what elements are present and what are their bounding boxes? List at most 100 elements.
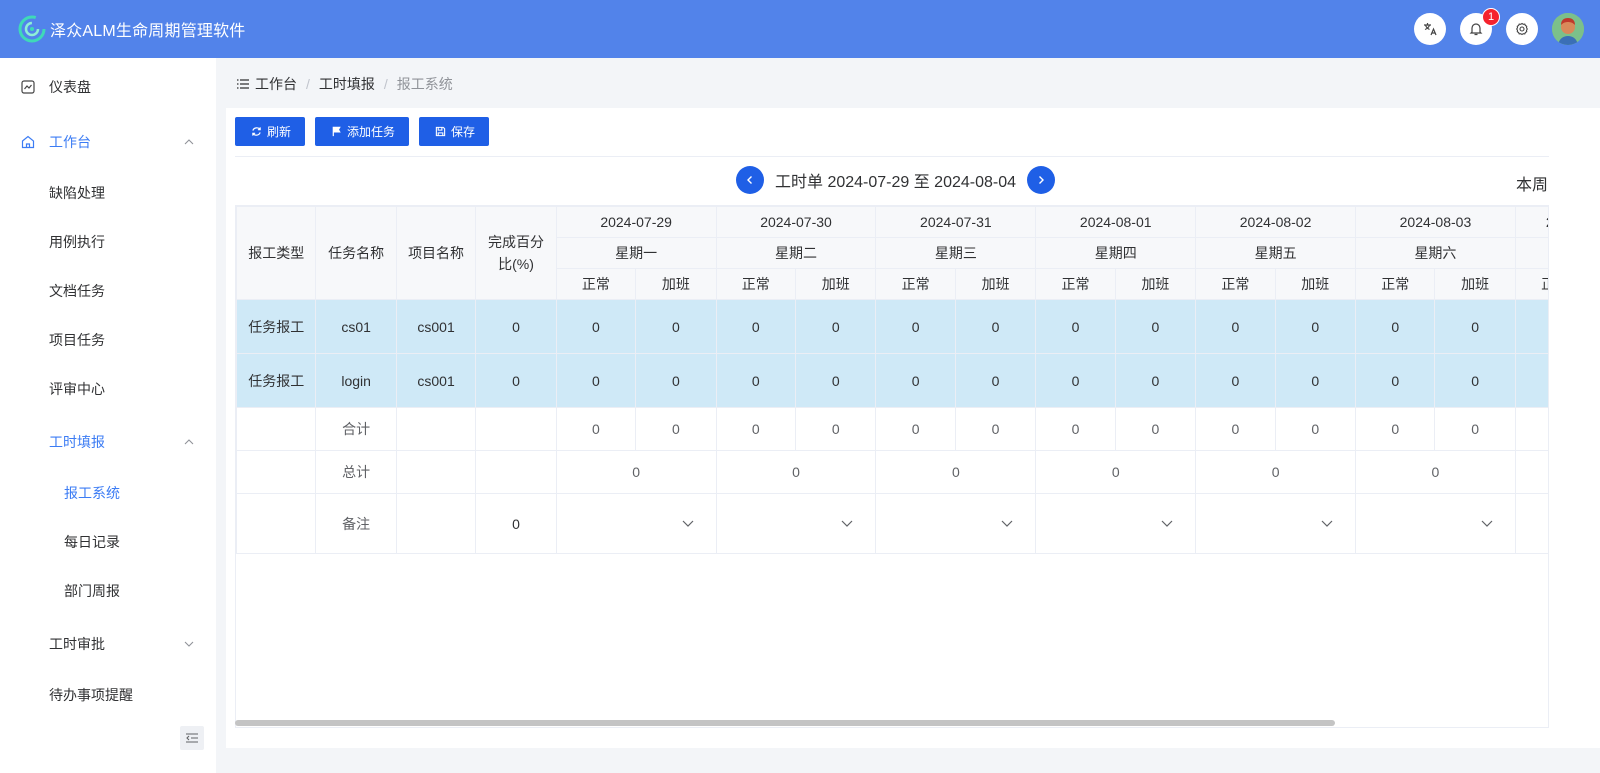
cell-project-name: cs001 (395, 353, 477, 408)
cell-hours-input[interactable]: 0 (715, 353, 797, 408)
refresh-button[interactable]: 刷新 (235, 117, 306, 146)
cell-hours-input[interactable]: 0 (1434, 353, 1516, 408)
subtotal-value: 0 (555, 407, 637, 451)
header-overtime: 加班 (1114, 268, 1197, 300)
header-date: 2024-07-31 (875, 206, 1037, 238)
subtotal-value: 0 (1514, 407, 1548, 451)
app-title: 泽众ALM生命周期管理软件 (50, 23, 246, 40)
sidebar-item-timesheet-approval[interactable]: 工时审批 (0, 621, 216, 667)
sidebar-item-label: 报工系统 (64, 485, 120, 501)
cell-hours-input[interactable]: 0 (555, 299, 637, 354)
cell-hours-input[interactable]: 0 (1355, 299, 1436, 354)
next-week-button[interactable] (1027, 166, 1056, 194)
total-value: 0 (1035, 450, 1197, 494)
cell-task-name: login (315, 353, 397, 408)
cell-hours-input[interactable]: 0 (1274, 299, 1357, 354)
header-date: 20 (1514, 206, 1548, 238)
sidebar-item-project-tasks[interactable]: 项目任务 (0, 317, 216, 363)
cell-hours-input[interactable]: 0 (635, 353, 717, 408)
total-label: 总计 (315, 450, 397, 494)
cell-hours-input[interactable]: 0 (954, 353, 1037, 408)
cell-hours-input[interactable]: 0 (1035, 299, 1116, 354)
sidebar-item-label: 部门周报 (64, 583, 120, 599)
cell-hours-input[interactable]: 0 (1514, 353, 1548, 408)
sidebar-item-daily-records[interactable]: 每日记录 (0, 519, 216, 565)
sidebar-item-case-execution[interactable]: 用例执行 (0, 219, 216, 265)
sidebar-item-timesheet[interactable]: 工时填报 (0, 419, 216, 465)
header-weekday: 星期五 (1195, 237, 1357, 269)
header-overtime: 加班 (954, 268, 1037, 300)
cell-hours-input[interactable]: 0 (1514, 299, 1548, 354)
sidebar-item-report-system[interactable]: 报工系统 (0, 470, 216, 516)
cell-hours-input[interactable]: 0 (1114, 353, 1197, 408)
week-navigator: 工时单 2024-07-29 至 2024-08-04 (736, 166, 1056, 194)
gear-icon (1516, 22, 1528, 36)
remark-label: 备注 (315, 493, 397, 554)
collapse-sidebar-button[interactable] (180, 726, 204, 750)
chevron-down-icon (184, 641, 194, 647)
subtotal-value: 0 (1434, 407, 1516, 451)
add-task-button[interactable]: 添加任务 (315, 117, 410, 146)
notification-button[interactable]: 1 (1460, 8, 1500, 45)
sidebar-item-workbench[interactable]: 工作台 (0, 119, 216, 165)
cell-hours-input[interactable]: 0 (1355, 353, 1436, 408)
cell-hours-input[interactable]: 0 (1195, 353, 1276, 408)
notification-badge: 1 (1482, 8, 1500, 26)
menu-list-icon (237, 79, 249, 89)
cell-hours-input[interactable]: 0 (875, 353, 956, 408)
remark-select[interactable] (555, 493, 717, 554)
cell-hours-input[interactable]: 0 (715, 299, 797, 354)
user-avatar[interactable] (1552, 13, 1584, 45)
this-week-button[interactable]: 本周 (1516, 171, 1548, 195)
cell-hours-input[interactable]: 0 (794, 299, 877, 354)
cell-hours-input[interactable]: 0 (875, 299, 956, 354)
cell-hours-input[interactable]: 0 (635, 299, 717, 354)
header-date: 2024-08-03 (1355, 206, 1516, 238)
remark-select[interactable] (715, 493, 877, 554)
total-value: 0 (1355, 450, 1516, 494)
cell-hours-input[interactable]: 0 (954, 299, 1037, 354)
sidebar-item-todo-reminder[interactable]: 待办事项提醒 (0, 672, 216, 718)
sidebar-item-label: 评审中心 (49, 381, 105, 397)
subtotal-label: 合计 (315, 407, 397, 451)
breadcrumb-item-workbench[interactable]: 工作台 (255, 74, 297, 94)
cell-hours-input[interactable]: 0 (1274, 353, 1357, 408)
cell-hours-input[interactable]: 0 (1434, 299, 1516, 354)
sidebar-item-document-tasks[interactable]: 文档任务 (0, 268, 216, 314)
chevron-up-icon (184, 439, 194, 445)
horizontal-scrollbar[interactable] (235, 720, 1335, 726)
remark-select[interactable] (1035, 493, 1197, 554)
cell-hours-input[interactable]: 0 (794, 353, 877, 408)
settings-button[interactable] (1506, 13, 1538, 45)
chevron-down-icon (682, 520, 694, 527)
cell-hours-input[interactable]: 0 (1035, 353, 1116, 408)
previous-week-button[interactable] (736, 166, 764, 194)
breadcrumb-item-current: 报工系统 (396, 76, 453, 92)
sidebar-item-label: 文档任务 (49, 283, 105, 299)
breadcrumb: 工作台 / 工时填报 / 报工系统 (236, 74, 453, 94)
sidebar-item-review-center[interactable]: 评审中心 (0, 366, 216, 412)
remark-select[interactable] (1195, 493, 1357, 554)
cell-hours-input[interactable]: 0 (555, 353, 637, 408)
cell-percent-input[interactable]: 0 (475, 353, 557, 408)
sidebar-item-defects[interactable]: 缺陷处理 (0, 170, 216, 216)
save-button[interactable]: 保存 (419, 117, 490, 146)
subtotal-value: 0 (1114, 407, 1197, 451)
remark-select[interactable] (1355, 493, 1516, 554)
language-button[interactable] (1414, 13, 1446, 45)
cell-hours-input[interactable]: 0 (1195, 299, 1276, 354)
sidebar: 仪表盘 工作台 缺陷处理 用例执行 文档任务 项目任务 评审中心 工时填报 报工… (0, 58, 216, 773)
sidebar-item-dashboard[interactable]: 仪表盘 (0, 64, 216, 110)
header-date: 2024-07-29 (555, 206, 717, 238)
sidebar-item-dept-weekly[interactable]: 部门周报 (0, 568, 216, 614)
remark-select[interactable] (875, 493, 1037, 554)
subtotal-value: 0 (794, 407, 877, 451)
total-value: 0 (555, 450, 717, 494)
breadcrumb-separator: / (383, 76, 388, 92)
cell-percent-input[interactable]: 0 (475, 299, 557, 354)
cell-hours-input[interactable]: 0 (1114, 299, 1197, 354)
save-icon (435, 126, 446, 137)
total-value: 0 (1195, 450, 1357, 494)
cell-report-type: 任务报工 (236, 299, 317, 354)
breadcrumb-item-timesheet[interactable]: 工时填报 (319, 74, 375, 94)
